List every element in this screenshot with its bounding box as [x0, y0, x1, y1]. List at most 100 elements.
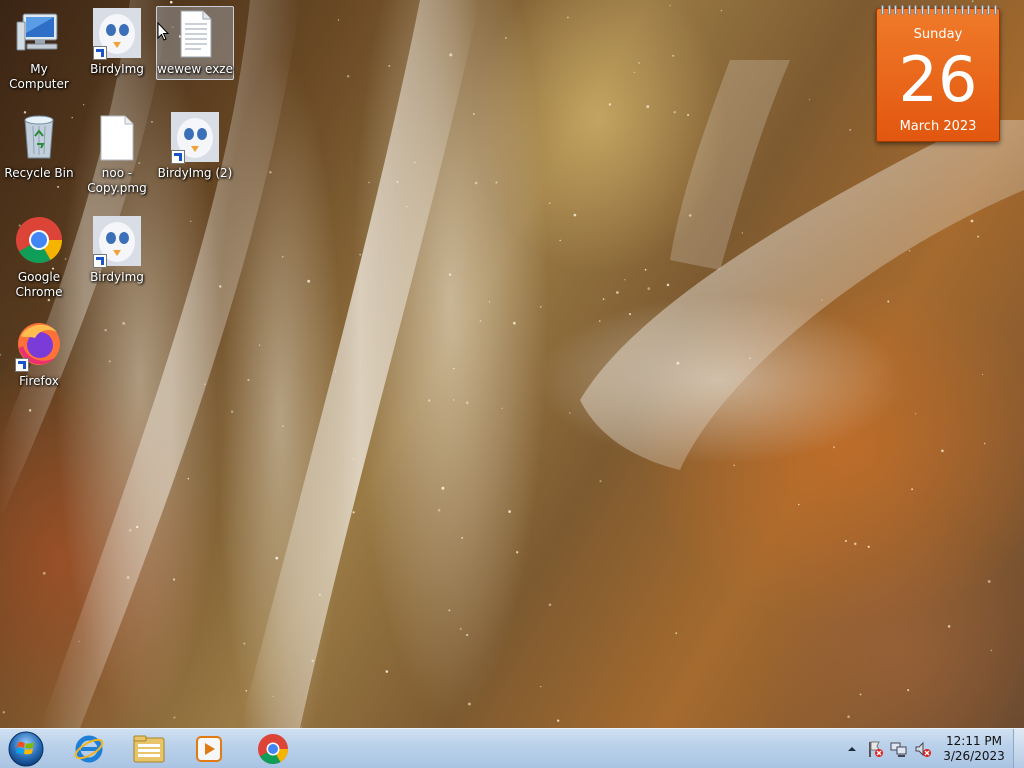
icon-label: BirdyImg (2) — [157, 166, 233, 180]
wallpaper-sparkle — [245, 689, 248, 692]
wallpaper-sparkle — [406, 206, 408, 208]
wallpaper-sparkle — [573, 213, 577, 217]
wallpaper-sparkle — [28, 409, 32, 412]
calendar-gadget[interactable]: Sunday 26 March 2023 — [876, 5, 1000, 142]
chrome-icon — [13, 216, 65, 268]
wallpaper-sparkle — [272, 695, 274, 697]
wallpaper-sparkle — [488, 301, 491, 303]
wallpaper-sparkle — [673, 110, 676, 114]
wallpaper-sparkle — [633, 71, 636, 74]
wallpaper-sparkle — [849, 128, 852, 131]
wallpaper-sparkle — [190, 220, 192, 222]
wallpaper-sparkle — [108, 360, 111, 363]
wallpaper-sparkle — [557, 719, 560, 722]
wallpaper-sparkle — [887, 300, 890, 303]
wallpaper-sparkle — [749, 357, 751, 360]
wallpaper-sparkle — [970, 219, 974, 223]
wewew-exze-file[interactable]: wewew exze — [156, 6, 234, 80]
wallpaper-sparkle — [832, 446, 836, 449]
birdy-image-icon — [169, 112, 221, 164]
wallpaper-sparkle — [335, 370, 337, 373]
calendar-binding-rings — [881, 5, 997, 15]
wallpaper-sparkle — [337, 19, 340, 21]
media-player-taskbar-button[interactable] — [182, 730, 236, 768]
google-chrome-shortcut[interactable]: Google Chrome — [0, 216, 78, 300]
birdyimg-shortcut-2[interactable]: BirdyImg — [78, 216, 156, 285]
wallpaper-sparkle — [122, 321, 126, 325]
wallpaper-sparkle — [466, 633, 469, 637]
firefox-shortcut[interactable]: Firefox — [0, 320, 78, 389]
birdy-image-icon — [91, 216, 143, 268]
wallpaper-sparkle — [808, 98, 811, 101]
action-center-flag-icon — [869, 741, 883, 757]
start-button[interactable] — [4, 730, 48, 768]
wallpaper-sparkle — [104, 328, 107, 332]
wallpaper-sparkle — [352, 458, 354, 460]
wallpaper-sparkle — [453, 399, 455, 401]
wallpaper-sparkle — [461, 537, 464, 539]
my-computer-shortcut[interactable]: My Computer — [0, 8, 78, 92]
wallpaper-sparkle — [798, 503, 800, 506]
show-hidden-icons-button[interactable] — [843, 740, 861, 758]
wallpaper-sparkle — [172, 578, 176, 581]
wallpaper-sparkle — [854, 542, 857, 546]
birdy-image-icon — [91, 8, 143, 60]
wallpaper-sparkle — [204, 383, 206, 386]
wallpaper-sparkle — [437, 508, 441, 512]
wallpaper-sparkle — [136, 525, 139, 529]
wallpaper-sparkle — [733, 464, 736, 467]
recycle-bin-shortcut[interactable]: Recycle Bin — [0, 112, 78, 181]
volume-tray-button[interactable] — [914, 740, 932, 758]
wallpaper-sparkle — [741, 232, 743, 234]
wallpaper-sparkle — [42, 571, 46, 575]
wallpaper-sparkle — [971, 0, 974, 3]
icon-label: Firefox — [19, 374, 59, 388]
show-desktop-button[interactable] — [1013, 729, 1024, 768]
noo-copy-file[interactable]: noo - Copy.pmg — [78, 112, 156, 196]
wallpaper-sparkle — [567, 16, 569, 19]
calendar-month-year: March 2023 — [899, 119, 977, 134]
wallpaper-sparkle — [859, 693, 862, 696]
wallpaper-sparkle — [844, 539, 847, 543]
mouse-cursor-icon — [157, 22, 170, 41]
clock-time: 12:11 PM — [946, 734, 1002, 748]
birdyimg-shortcut[interactable]: BirdyImg — [78, 8, 156, 77]
wallpaper-sparkle — [647, 287, 651, 290]
icon-label: noo - Copy.pmg — [87, 166, 147, 195]
wallpaper-sparkle — [672, 54, 675, 57]
birdyimg-2-shortcut[interactable]: BirdyImg (2) — [156, 112, 234, 181]
wallpaper-sparkle — [126, 576, 130, 579]
wallpaper-sparkle — [385, 670, 389, 673]
wallpaper-sparkle — [459, 627, 462, 630]
windows-explorer-taskbar-button[interactable] — [122, 730, 176, 768]
wallpaper-sparkle — [548, 202, 551, 205]
wallpaper-sparkle — [569, 412, 571, 414]
desktop-background[interactable]: My Computer BirdyImg wewew exze Recycle … — [0, 0, 1024, 728]
wallpaper-sparkle — [914, 413, 917, 415]
wallpaper-sparkle — [468, 702, 471, 706]
internet-explorer-taskbar-button[interactable] — [62, 730, 116, 768]
wallpaper-sparkle — [311, 659, 314, 662]
action-center-tray-button[interactable] — [866, 740, 884, 758]
windows-start-orb — [8, 731, 44, 767]
wallpaper-sparkle — [128, 528, 132, 532]
network-tray-button[interactable] — [890, 740, 908, 758]
wallpaper-sparkle — [981, 373, 984, 376]
wallpaper-sparkle — [947, 625, 951, 628]
system-clock[interactable]: 12:11 PM 3/26/2023 — [938, 734, 1010, 764]
wallpaper-sparkle — [78, 640, 80, 643]
wallpaper-sparkle — [441, 486, 445, 490]
wallpaper-sparkle — [646, 105, 650, 109]
google-chrome-taskbar-button[interactable] — [246, 730, 300, 768]
wallpaper-sparkle — [388, 64, 391, 67]
wallpaper-sparkle — [602, 298, 605, 300]
wallpaper-sparkle — [821, 299, 823, 301]
blank-file-icon — [91, 112, 143, 164]
wallpaper-sparkle — [983, 442, 986, 445]
wallpaper-sparkle — [616, 291, 619, 294]
clock-date: 3/26/2023 — [943, 749, 1005, 763]
wallpaper-sparkle — [687, 113, 690, 117]
google-chrome-icon — [258, 734, 288, 765]
wallpaper-sparkle — [720, 9, 723, 12]
icon-label: BirdyImg — [90, 270, 144, 284]
